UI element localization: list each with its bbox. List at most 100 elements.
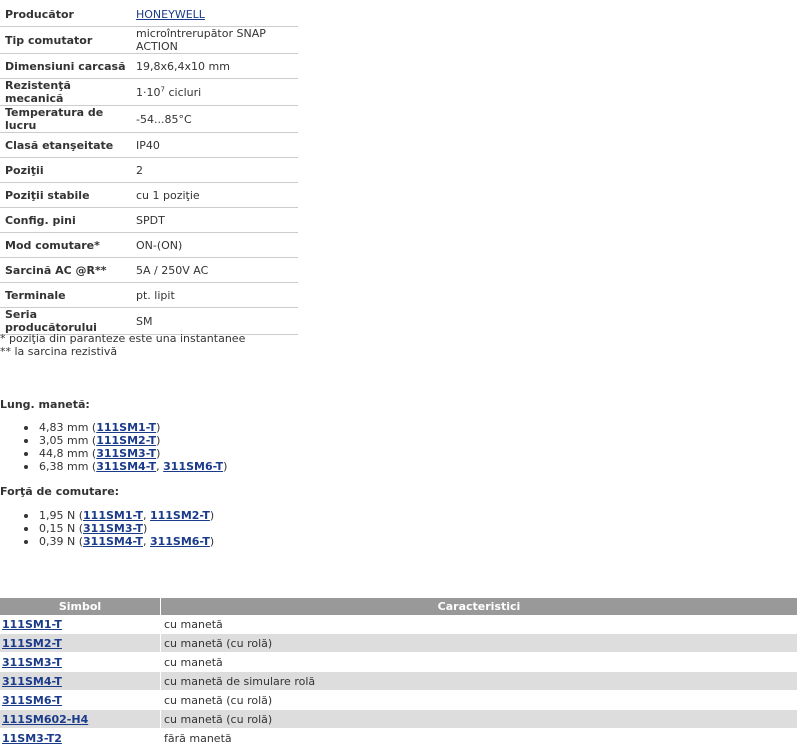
part-link[interactable]: 311SM3-T — [83, 522, 143, 535]
spec-label: Terminale — [0, 282, 131, 308]
symbol-cell: 111SM1-T — [0, 615, 161, 634]
table-row: 111SM602-H4 cu manetă (cu rolă) — [0, 709, 797, 729]
part-link[interactable]: 311SM6-T — [150, 535, 210, 548]
switching-force-list: 1,95 N (111SM1-T, 111SM2-T) 0,15 N (311S… — [24, 509, 214, 548]
spec-value: HONEYWELL — [131, 2, 298, 27]
item-value: 3,05 mm — [39, 434, 89, 447]
spec-label: Poziţii — [0, 157, 131, 183]
item-value: 0,39 N — [39, 535, 76, 548]
part-link[interactable]: 311SM3-T — [96, 447, 156, 460]
symbol-link[interactable]: 111SM1-T — [2, 618, 62, 631]
spec-row: Terminale pt. lipit — [0, 282, 298, 308]
spec-label: Poziţii stabile — [0, 182, 131, 208]
part-link[interactable]: 111SM1-T — [83, 509, 143, 522]
spec-row: Producător HONEYWELL — [0, 2, 298, 27]
symbol-link[interactable]: 311SM3-T — [2, 656, 62, 669]
characteristics-cell: fără manetă — [160, 728, 797, 748]
spec-value: 5A / 250V AC — [131, 257, 298, 283]
spec-label: Producător — [0, 2, 131, 27]
item-value: 44,8 mm — [39, 447, 89, 460]
symbol-link[interactable]: 111SM2-T — [2, 637, 62, 650]
spec-row: Mod comutare* ON-(ON) — [0, 232, 298, 258]
switching-force-title: Forţă de comutare: — [0, 485, 120, 498]
characteristics-cell: cu manetă de simulare rolă — [160, 671, 797, 691]
spec-value: ON-(ON) — [131, 232, 298, 258]
spec-value: pt. lipit — [131, 282, 298, 308]
spec-row: Sarcină AC @R** 5A / 250V AC — [0, 257, 298, 283]
symbol-cell: 111SM602-H4 — [0, 709, 161, 729]
symbol-cell: 311SM6-T — [0, 690, 161, 710]
symbol-cell: 311SM3-T — [0, 652, 161, 672]
part-link[interactable]: 111SM2-T — [96, 434, 156, 447]
symbol-cell: 111SM2-T — [0, 633, 161, 653]
spec-value: cu 1 poziţie — [131, 182, 298, 208]
list-item: 0,15 N (311SM3-T) — [24, 522, 214, 535]
spec-label: Config. pini — [0, 207, 131, 233]
spec-row: Poziţii stabile cu 1 poziţie — [0, 182, 298, 208]
lever-length-list: 4,83 mm (111SM1-T) 3,05 mm (111SM2-T) 44… — [24, 421, 227, 473]
footnote: ** la sarcina rezistivă — [0, 345, 118, 358]
spec-value: 1·107 cicluri — [131, 78, 298, 106]
spec-value: microîntrerupător SNAP ACTION — [131, 26, 298, 54]
spec-label: Dimensiuni carcasă — [0, 53, 131, 79]
table-row: 311SM3-T cu manetă — [0, 652, 797, 672]
list-item: 1,95 N (111SM1-T, 111SM2-T) — [24, 509, 214, 522]
table-header-row: Simbol Caracteristici — [0, 598, 797, 615]
symbol-link[interactable]: 11SM3-T2 — [2, 732, 62, 745]
value-base: 1·10 — [136, 85, 161, 99]
part-link[interactable]: 311SM6-T — [163, 460, 223, 473]
spec-label: Mod comutare* — [0, 232, 131, 258]
spec-value: 19,8x6,4x10 mm — [131, 53, 298, 79]
table-row: 111SM1-T cu manetă — [0, 615, 797, 634]
spec-label: Tip comutator — [0, 26, 131, 54]
lever-length-title: Lung. manetă: — [0, 398, 90, 411]
spec-label: Clasă etanşeitate — [0, 132, 131, 158]
symbol-link[interactable]: 311SM4-T — [2, 675, 62, 688]
part-link[interactable]: 111SM2-T — [150, 509, 210, 522]
symbol-link[interactable]: 111SM602-H4 — [2, 713, 88, 726]
table-row: 11SM3-T2 fără manetă — [0, 728, 797, 748]
footnotes: * poziţia din paranteze este una instant… — [0, 332, 245, 358]
item-value: 4,83 mm — [39, 421, 89, 434]
list-item: 4,83 mm (111SM1-T) — [24, 421, 227, 434]
products-table: Simbol Caracteristici 111SM1-T cu manetă… — [0, 598, 797, 748]
item-value: 0,15 N — [39, 522, 76, 535]
part-link[interactable]: 311SM4-T — [96, 460, 156, 473]
characteristics-cell: cu manetă — [160, 615, 797, 634]
column-header-symbol: Simbol — [0, 598, 161, 615]
spec-row: Temperatura de lucru -54...85°C — [0, 105, 298, 133]
table-row: 311SM4-T cu manetă de simulare rolă — [0, 671, 797, 691]
spec-label: Seria producătorului — [0, 307, 131, 335]
part-link[interactable]: 311SM4-T — [83, 535, 143, 548]
symbol-link[interactable]: 311SM6-T — [2, 694, 62, 707]
characteristics-cell: cu manetă — [160, 652, 797, 672]
part-link[interactable]: 111SM1-T — [96, 421, 156, 434]
list-item: 3,05 mm (111SM2-T) — [24, 434, 227, 447]
spec-row: Rezistenţă mecanică 1·107 cicluri — [0, 78, 298, 106]
spec-value: 2 — [131, 157, 298, 183]
list-item: 44,8 mm (311SM3-T) — [24, 447, 227, 460]
footnote: * poziţia din paranteze este una instant… — [0, 332, 246, 345]
table-row: 111SM2-T cu manetă (cu rolă) — [0, 633, 797, 653]
spec-label: Rezistenţă mecanică — [0, 78, 131, 106]
table-row: 311SM6-T cu manetă (cu rolă) — [0, 690, 797, 710]
list-item: 0,39 N (311SM4-T, 311SM6-T) — [24, 535, 214, 548]
spec-label: Temperatura de lucru — [0, 105, 131, 133]
spec-row: Tip comutator microîntrerupător SNAP ACT… — [0, 26, 298, 54]
specs-table: Producător HONEYWELL Tip comutator micro… — [0, 2, 298, 335]
symbol-cell: 11SM3-T2 — [0, 728, 161, 748]
value-unit: cicluri — [164, 85, 202, 99]
spec-value: SPDT — [131, 207, 298, 233]
spec-row: Clasă etanşeitate IP40 — [0, 132, 298, 158]
item-value: 1,95 N — [39, 509, 76, 522]
spec-value: SM — [131, 307, 298, 335]
item-value: 6,38 mm — [39, 460, 89, 473]
symbol-cell: 311SM4-T — [0, 671, 161, 691]
characteristics-cell: cu manetă (cu rolă) — [160, 709, 797, 729]
list-item: 6,38 mm (311SM4-T, 311SM6-T) — [24, 460, 227, 473]
spec-value: IP40 — [131, 132, 298, 158]
spec-row: Dimensiuni carcasă 19,8x6,4x10 mm — [0, 53, 298, 79]
characteristics-cell: cu manetă (cu rolă) — [160, 633, 797, 653]
manufacturer-link[interactable]: HONEYWELL — [136, 8, 205, 21]
spec-row: Seria producătorului SM — [0, 307, 298, 335]
